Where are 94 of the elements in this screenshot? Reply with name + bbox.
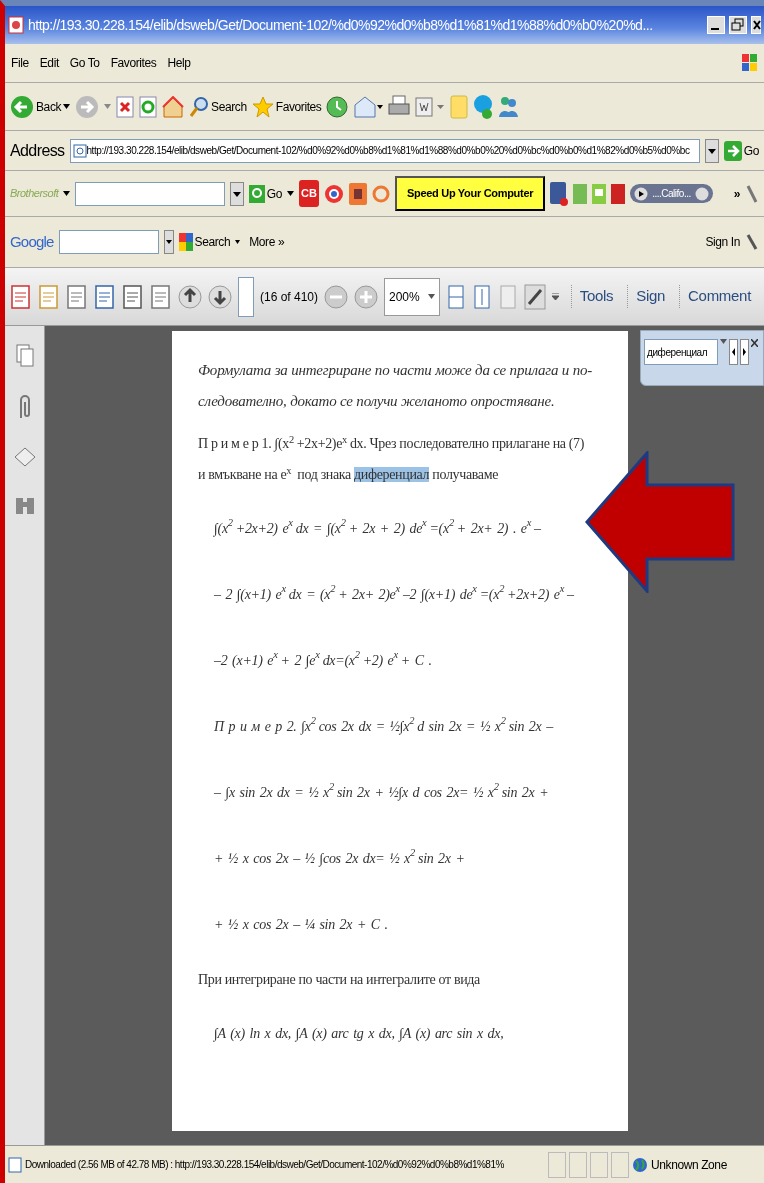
formula: ∫(x$^{2}$+2x+2) e$^{x}$ dx = ∫(x$^{2}$+ 2x + 2) de$^{x}$=(x$^{2}$+ 2x+ 2) . e$^{x}$ – xyxy=(212,515,542,539)
save-icon[interactable] xyxy=(94,283,116,310)
play-icon[interactable] xyxy=(634,186,649,201)
address-label: Address xyxy=(10,140,65,161)
page-icon xyxy=(8,16,24,34)
search-field[interactable] xyxy=(58,230,159,254)
search-button[interactable]: Search xyxy=(189,95,247,118)
go-button[interactable]: Go xyxy=(248,184,283,203)
create-pdf-icon[interactable] xyxy=(10,283,32,310)
formula: ∫A (x) ln x dx, ∫A (x) arc tg x dx, ∫A (x) arc sin x dx, xyxy=(212,1024,505,1044)
menu-item[interactable]: File xyxy=(11,54,29,72)
round-logo-icon[interactable] xyxy=(323,182,344,205)
zoom-field[interactable]: 200% xyxy=(384,277,440,316)
next-icon[interactable] xyxy=(740,339,749,365)
page-field[interactable] xyxy=(238,276,254,317)
cb-logo[interactable]: CB xyxy=(299,180,319,207)
people-icon[interactable] xyxy=(498,94,519,119)
close-icon[interactable] xyxy=(751,339,758,347)
formula: – 2 ∫(x+1) e$^{x}$ dx = (x$^{2}$+ 2x+ 2)e$^{x}$–2 ∫(x+1) de$^{x}$=(x$^{2}$+2x+2) e$^{x}$– xyxy=(213,581,575,605)
security-zone: Unknown Zone xyxy=(651,1156,728,1174)
go-button[interactable]: Go xyxy=(723,140,759,161)
expand-icon[interactable] xyxy=(523,283,546,310)
zoom-out-icon[interactable] xyxy=(324,283,348,310)
globe-icon xyxy=(632,1156,648,1173)
google-icon xyxy=(178,233,193,251)
google-logo: Google xyxy=(10,231,54,252)
document-text: Формулата за интегриране по части може да се прилага и по- xyxy=(198,361,594,380)
formula: + ½ x cos 2x – ½ ∫cos 2x dx= ½ x$^{2}$ sin 2x + xyxy=(213,845,466,869)
search-button[interactable]: Search xyxy=(178,233,231,251)
caret-icon[interactable] xyxy=(551,293,559,300)
refresh-icon[interactable] xyxy=(139,95,158,118)
dropdown-icon[interactable] xyxy=(229,181,244,206)
caret-icon xyxy=(63,104,71,109)
menu-item[interactable]: Edit xyxy=(39,54,59,72)
status-panel xyxy=(569,1151,587,1178)
toolbar-link[interactable]: Comment xyxy=(679,285,759,308)
fit-width-icon[interactable] xyxy=(445,283,466,310)
document-text: П р и м е р 1. ∫(x$^{2}$+2x+2)e$^{x}$dx. Чрез последователно прилагане на (7) xyxy=(198,433,586,454)
zoom-in-icon[interactable] xyxy=(354,283,378,310)
toolbar-link[interactable]: Tools xyxy=(570,285,622,308)
page-icon xyxy=(8,1156,22,1173)
toolbar-link[interactable]: Sign xyxy=(627,285,674,308)
export-icon[interactable] xyxy=(38,283,60,310)
document-text: и вмъкване на e$^{x}$ под знака диференциал получаваме xyxy=(198,464,500,484)
menu-item[interactable]: Go To xyxy=(69,54,100,72)
square-logo-icon[interactable] xyxy=(348,182,367,205)
more-button[interactable]: More » xyxy=(249,233,285,251)
formula: + ½ x cos 2x – ¼ sin 2x + C . xyxy=(213,915,389,934)
caret-icon xyxy=(427,294,435,299)
page-icon xyxy=(72,143,87,158)
document-text: При интегриране по части на интегралите от вида xyxy=(198,971,481,989)
document-text: следователно, докато се получи желаното опростяване. xyxy=(198,392,556,411)
fit-page-icon[interactable] xyxy=(471,283,492,310)
restore-icon[interactable] xyxy=(729,16,747,34)
caret-icon[interactable] xyxy=(63,191,71,196)
brothersoft-logo: Brothersoft xyxy=(10,186,59,202)
promo-button[interactable]: Speed Up Your Computer xyxy=(394,176,546,211)
menu-item[interactable]: Favorites xyxy=(110,54,157,72)
status-panel xyxy=(611,1151,629,1178)
layers-icon[interactable] xyxy=(13,446,36,468)
home-icon[interactable] xyxy=(162,95,185,118)
formula: П р и м е р 2. ∫x$^{2}$ cos 2x dx = ½∫x$^{2}$ d sin 2x = ½ x$^{2}$ sin 2x – xyxy=(213,713,555,737)
search-field[interactable] xyxy=(75,181,225,206)
history-icon[interactable] xyxy=(326,95,349,118)
menu-item[interactable]: Help xyxy=(167,54,191,72)
formula: –2 (x+1) e$^{x}$+ 2 ∫e$^{x}$ dx=(x$^{2}$+2) e$^{x}$+ C . xyxy=(213,647,433,671)
status-text: Downloaded (2.56 MB of 42.78 MB) : http://193.30.228.154/elib/dsweb/Get/Document-102/%d0%92%d0%b8%d1%81% xyxy=(25,1158,505,1172)
dropdown-icon[interactable] xyxy=(704,138,719,163)
more-button[interactable]: » xyxy=(733,184,740,203)
edit-icon[interactable] xyxy=(66,283,88,310)
star-icon xyxy=(251,95,274,118)
status-panel xyxy=(548,1151,566,1178)
volume-icon[interactable] xyxy=(694,186,709,201)
formula: – ∫x sin 2x dx = ½ x$^{2}$ sin 2x + ½∫x d cos 2x= ½ x$^{2}$ sin 2x + xyxy=(213,779,550,803)
page-count: (16 of 410) xyxy=(259,288,318,306)
chat-icon[interactable] xyxy=(592,183,607,204)
pages-icon[interactable] xyxy=(15,344,34,368)
windows-logo-icon xyxy=(742,52,758,74)
caret-icon[interactable] xyxy=(235,240,241,244)
find-field[interactable]: диференциал xyxy=(644,339,718,365)
sign-in-button[interactable]: Sign In xyxy=(705,233,740,251)
word-icon[interactable] xyxy=(415,95,446,118)
window-title: http://193.30.228.154/elib/dsweb/Get/Document-102/%d0%92%d0%b8%d1%81%d1%88%d0%b0%20%d... xyxy=(28,15,654,35)
caret-icon[interactable] xyxy=(287,191,295,196)
favorites-button[interactable]: Favorites xyxy=(251,95,322,118)
back-button[interactable]: Back xyxy=(10,94,71,119)
email-icon[interactable] xyxy=(150,283,172,310)
address-field[interactable]: http://193.30.228.154/elib/dsweb/Get/Document-102/%d0%92%d0%b8%d1%81%d1%88%d0%b0%20%d0%bc%d0%b0%d1%82%d0%b5%d0%bc xyxy=(69,138,700,163)
print-icon[interactable] xyxy=(122,283,144,310)
status-panel xyxy=(590,1151,608,1178)
minimize-icon[interactable] xyxy=(707,16,725,34)
dropdown-icon[interactable] xyxy=(163,230,174,254)
stop-icon[interactable] xyxy=(116,95,135,118)
previous-icon[interactable] xyxy=(729,339,738,365)
